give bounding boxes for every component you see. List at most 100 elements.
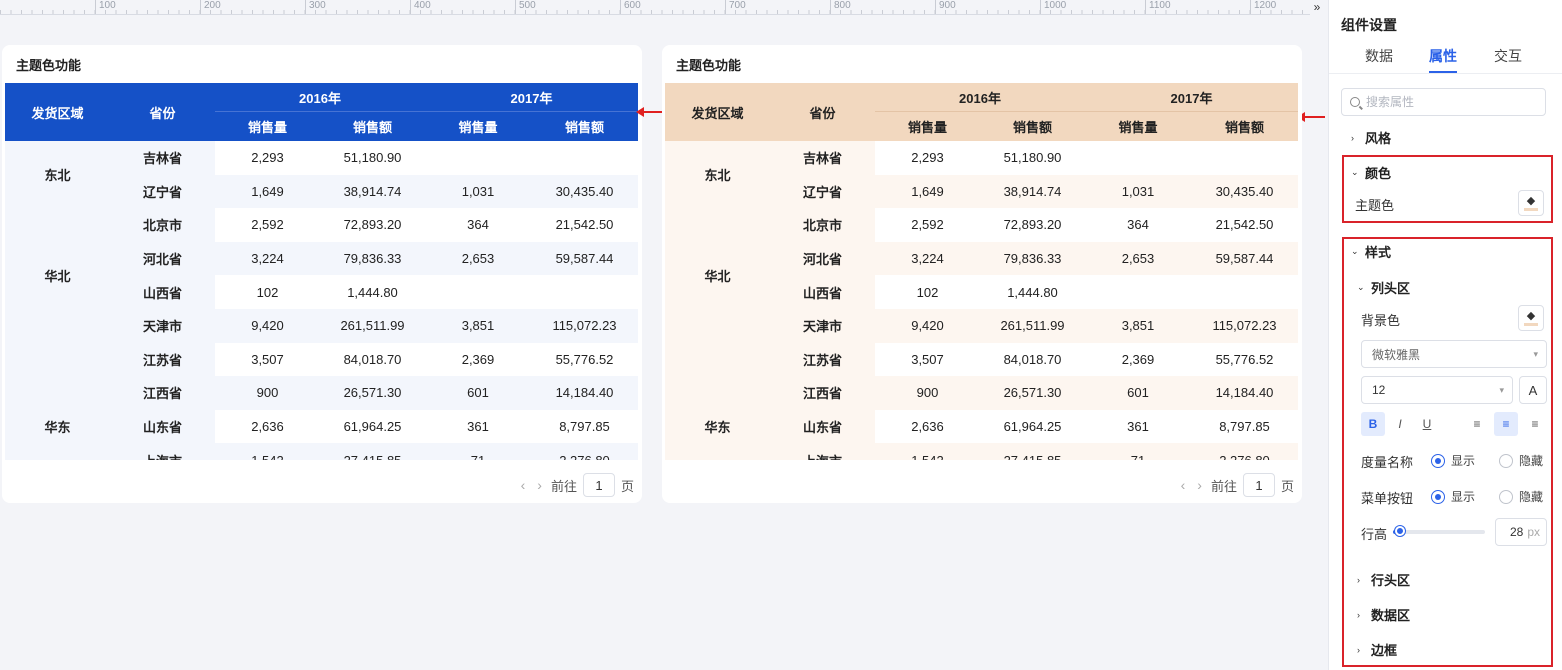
tab-interaction[interactable]: 交互 xyxy=(1494,46,1522,66)
header-year-2017[interactable]: 2017年 xyxy=(425,83,638,112)
value-cell: 27,415.85 xyxy=(980,443,1085,460)
province-cell: 江苏省 xyxy=(770,342,875,377)
value-cell: 2,653 xyxy=(1085,241,1191,276)
table-row[interactable]: 辽宁省 1,649 38,914.74 1,031 30,435.40 xyxy=(665,174,1298,209)
value-cell: 14,184.40 xyxy=(531,376,638,410)
table-row[interactable]: 江西省 900 26,571.30 601 14,184.40 xyxy=(665,376,1298,410)
section-border[interactable]: › 边框 xyxy=(1357,640,1397,659)
value-cell: 2,592 xyxy=(251,217,284,233)
header-amount-2017[interactable]: 销售额 xyxy=(531,112,638,141)
table-row[interactable]: 吉林省 2,293 51,180.90 xyxy=(5,141,638,175)
ruler-label: 1000 xyxy=(1040,0,1066,14)
value-cell: 8,797.85 xyxy=(1219,419,1270,435)
header-amount-2017[interactable]: 销售额 xyxy=(1191,112,1298,141)
header-qty-2016[interactable]: 销售量 xyxy=(215,112,320,141)
bg-color-picker[interactable]: ◆ xyxy=(1518,305,1544,331)
header-year-2016[interactable]: 2016年 xyxy=(215,83,425,112)
table-row[interactable]: 江苏省 3,507 84,018.70 2,369 55,776.52 xyxy=(5,342,638,377)
province-cell: 天津市 xyxy=(770,309,875,343)
table-card-left[interactable]: 主题色功能 发货区域 省份 2016年 2017年 销售量 销售额 销售量 销售额 东北 华北 华东… xyxy=(2,45,642,503)
header-year-2017[interactable]: 2017年 xyxy=(1085,83,1298,112)
value-cell: 55,776.52 xyxy=(555,351,614,367)
property-search[interactable] xyxy=(1341,88,1546,116)
measure-name-hide-radio[interactable]: 隐藏 xyxy=(1499,452,1543,469)
page-input[interactable]: 1 xyxy=(1242,473,1275,497)
align-right-icon[interactable]: ≡ xyxy=(1523,412,1547,436)
header-year-2016[interactable]: 2016年 xyxy=(875,83,1085,112)
header-province[interactable]: 省份 xyxy=(110,83,215,141)
chevron-right-icon[interactable]: › xyxy=(1194,477,1205,493)
header-qty-2017[interactable]: 销售量 xyxy=(425,112,531,141)
underline-button[interactable]: U xyxy=(1415,412,1439,436)
row-height-input[interactable]: 28 px xyxy=(1495,518,1547,546)
table-row[interactable]: 江苏省 3,507 84,018.70 2,369 55,776.52 xyxy=(665,342,1298,377)
table-row[interactable]: 天津市 9,420 261,511.99 3,851 115,072.23 xyxy=(5,309,638,343)
section-style-group[interactable]: › 风格 xyxy=(1351,128,1391,147)
table-row[interactable]: 上海市1,54227,415.85712,276.80 xyxy=(5,443,638,460)
measure-name-label: 度量名称 xyxy=(1361,455,1414,470)
table-row[interactable]: 吉林省 2,293 51,180.90 xyxy=(665,141,1298,175)
tab-properties[interactable]: 属性 xyxy=(1429,46,1457,66)
value-cell: 2,293 xyxy=(251,150,284,166)
font-family-select[interactable]: 微软雅黑 ▾ xyxy=(1361,340,1547,368)
align-left-icon[interactable]: ≡ xyxy=(1465,412,1489,436)
section-row-header[interactable]: › 行头区 xyxy=(1357,570,1410,589)
table-row[interactable]: 山西省 102 1,444.80 xyxy=(665,275,1298,309)
section-color[interactable]: ⌄ 颜色 xyxy=(1351,163,1391,182)
measure-name-show-radio[interactable]: 显示 xyxy=(1431,452,1475,469)
menu-button-show-radio[interactable]: 显示 xyxy=(1431,488,1475,505)
row-height-label: 行高 xyxy=(1361,527,1388,542)
font-size-select[interactable]: 12 ▾ xyxy=(1361,376,1513,404)
section-column-header[interactable]: ⌄ 列头区 xyxy=(1357,278,1410,297)
align-center-icon[interactable]: ≡ xyxy=(1494,412,1518,436)
value-cell: 900 xyxy=(875,376,980,410)
header-province[interactable]: 省份 xyxy=(770,83,875,141)
table-row[interactable]: 山东省 2,636 61,964.25 361 8,797.85 xyxy=(665,409,1298,444)
province-cell: 天津市 xyxy=(110,309,215,343)
value-cell: 55,776.52 xyxy=(1215,351,1274,367)
font-color-button[interactable]: A xyxy=(1519,376,1547,404)
row-height-slider[interactable] xyxy=(1393,526,1485,536)
table-row[interactable]: 北京市 2,592 72,893.20 364 21,542.50 xyxy=(5,208,638,242)
pivot-table[interactable]: 发货区域 省份 2016年 2017年 销售量 销售额 销售量 销售额 东北 华北 华东 吉林省 2,2… xyxy=(665,83,1298,460)
ruler-label: 200 xyxy=(200,0,221,14)
table-row[interactable]: 上海市1,54227,415.85712,276.80 xyxy=(665,443,1298,460)
table-card-right[interactable]: 主题色功能 发货区域 省份 2016年 2017年 销售量 销售额 销售量 销售额 东北 华北 华东… xyxy=(662,45,1302,503)
card-title: 主题色功能 xyxy=(676,58,742,73)
theme-color-picker[interactable]: ◆ xyxy=(1518,190,1544,216)
table-row[interactable]: 天津市 9,420 261,511.99 3,851 115,072.23 xyxy=(665,309,1298,343)
header-region[interactable]: 发货区域 xyxy=(665,83,770,141)
province-cell: 吉林省 xyxy=(770,141,875,175)
value-cell: 2,653 xyxy=(425,241,531,276)
header-amount-2016[interactable]: 销售额 xyxy=(320,112,425,141)
ruler-label: 500 xyxy=(515,0,536,14)
chevron-left-icon[interactable]: ‹ xyxy=(518,477,529,493)
value-cell: 72,893.20 xyxy=(343,217,402,233)
header-region[interactable]: 发货区域 xyxy=(5,83,110,141)
double-chevron-right-icon[interactable]: » xyxy=(1310,0,1324,15)
province-cell: 江苏省 xyxy=(110,342,215,377)
table-row[interactable]: 山东省 2,636 61,964.25 361 8,797.85 xyxy=(5,409,638,444)
pivot-table[interactable]: 发货区域 省份 2016年 2017年 销售量 销售额 销售量 销售额 东北 华北 华东 吉林省 2,2… xyxy=(5,83,638,460)
table-row[interactable]: 山西省 102 1,444.80 xyxy=(5,275,638,309)
header-qty-2017[interactable]: 销售量 xyxy=(1085,112,1191,141)
table-row[interactable]: 河北省 3,224 79,836.33 2,653 59,587.44 xyxy=(665,241,1298,276)
italic-button[interactable]: I xyxy=(1388,412,1412,436)
header-amount-2016[interactable]: 销售额 xyxy=(980,112,1085,141)
province-cell: 北京市 xyxy=(110,208,215,242)
value-cell: 79,836.33 xyxy=(320,241,425,276)
chevron-left-icon[interactable]: ‹ xyxy=(1178,477,1189,493)
section-style[interactable]: ⌄ 样式 xyxy=(1351,242,1391,261)
header-qty-2016[interactable]: 销售量 xyxy=(875,112,980,141)
page-input[interactable]: 1 xyxy=(582,473,615,497)
table-row[interactable]: 北京市 2,592 72,893.20 364 21,542.50 xyxy=(665,208,1298,242)
table-row[interactable]: 江西省 900 26,571.30 601 14,184.40 xyxy=(5,376,638,410)
section-data-area[interactable]: › 数据区 xyxy=(1357,605,1410,624)
search-input[interactable] xyxy=(1366,95,1536,109)
table-row[interactable]: 河北省 3,224 79,836.33 2,653 59,587.44 xyxy=(5,241,638,276)
tab-data[interactable]: 数据 xyxy=(1365,46,1393,66)
menu-button-hide-radio[interactable]: 隐藏 xyxy=(1499,488,1543,505)
table-row[interactable]: 辽宁省 1,649 38,914.74 1,031 30,435.40 xyxy=(5,174,638,209)
chevron-right-icon[interactable]: › xyxy=(534,477,545,493)
bold-button[interactable]: B xyxy=(1361,412,1385,436)
